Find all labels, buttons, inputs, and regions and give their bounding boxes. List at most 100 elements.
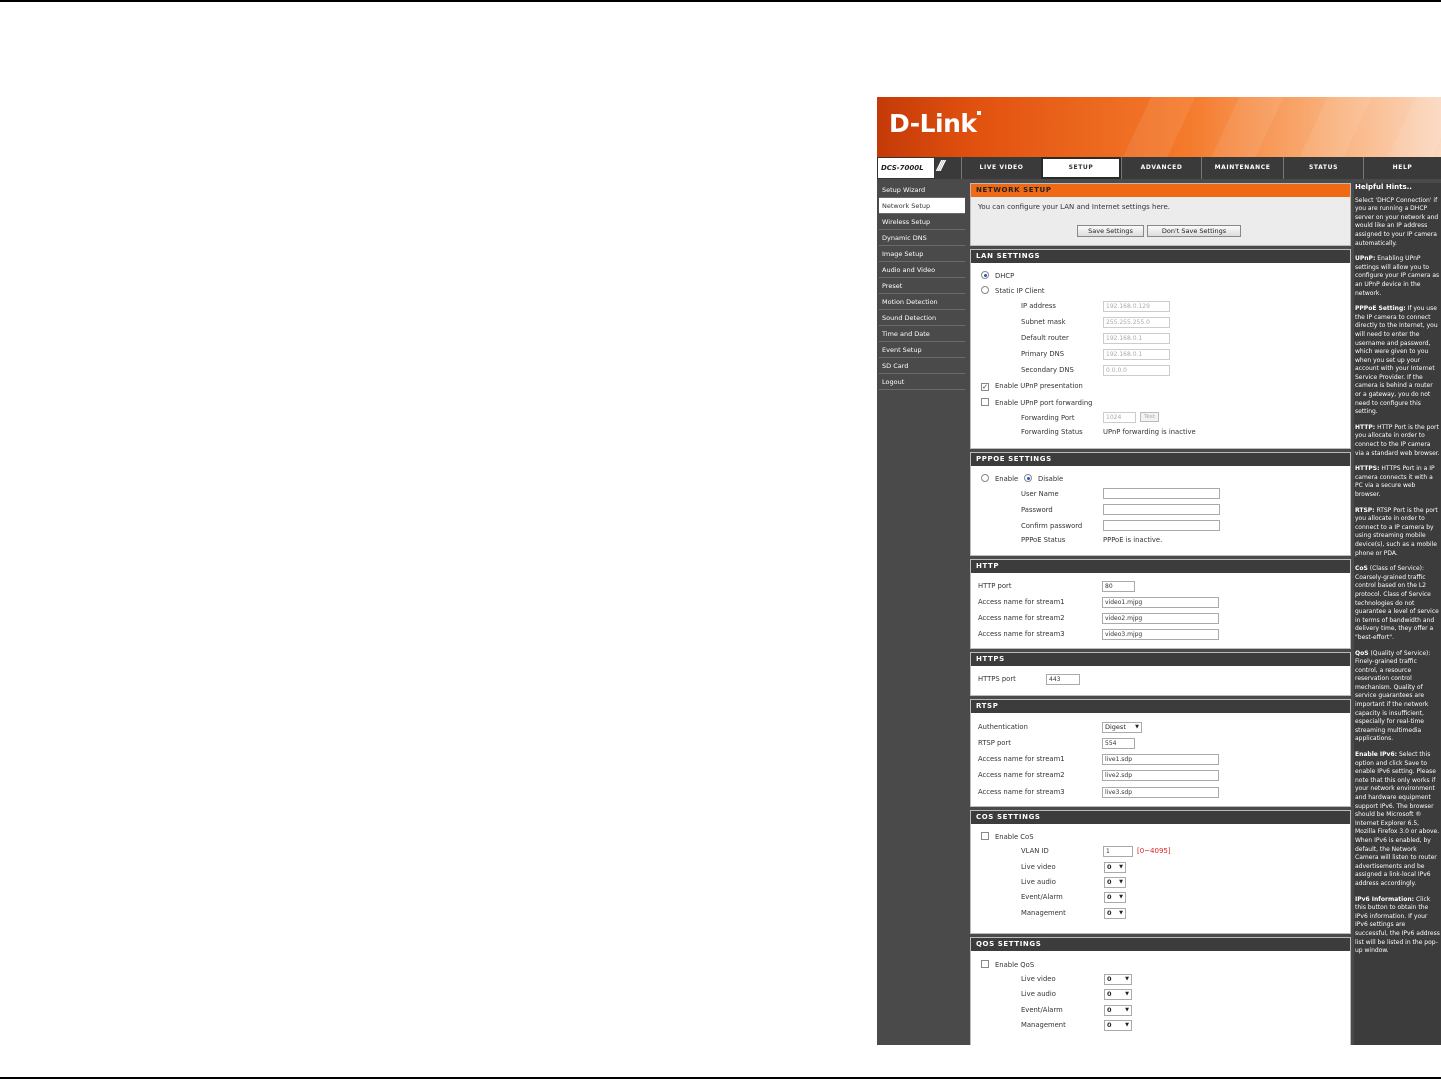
subnet-mask-field[interactable]: 255.255.255.0 [1103, 317, 1170, 328]
sidebar-item-motion-detection[interactable]: Motion Detection [879, 294, 965, 310]
tab-setup[interactable]: SETUP [1041, 157, 1121, 179]
help-para-http: HTTP: HTTP Port is the port you allocate… [1355, 423, 1440, 457]
vlan-id-field[interactable]: 1 [1103, 846, 1133, 857]
forwarding-port-field[interactable]: 1024 [1103, 412, 1136, 423]
cos-event-select[interactable]: 0 ▼ [1104, 892, 1126, 903]
pppoe-enable-radio[interactable] [981, 474, 989, 482]
cos-video-select[interactable]: 0 ▼ [1104, 862, 1126, 873]
enable-qos-checkbox[interactable] [981, 960, 989, 968]
pppoe-confirm-field[interactable] [1103, 520, 1220, 531]
help-para-pppoe: PPPoE Setting: If you use the IP camera … [1355, 305, 1438, 416]
dropdown-arrow-icon: ▼ [1135, 724, 1139, 730]
pppoe-disable-radio[interactable] [1024, 474, 1032, 482]
static-ip-option[interactable]: Static IP Client [981, 286, 1045, 295]
pppoe-confirm-label: Confirm password [1021, 522, 1083, 530]
save-settings-button[interactable]: Save Settings [1077, 225, 1144, 237]
dropdown-arrow-icon: ▼ [1119, 879, 1123, 885]
tab-advanced[interactable]: ADVANCED [1121, 157, 1201, 179]
pppoe-enable-option[interactable]: Enable [981, 474, 1018, 483]
https-title: HTTPS [971, 653, 1350, 666]
secondary-dns-field[interactable]: 0.0.0.0 [1103, 365, 1170, 376]
sidebar-item-image-setup[interactable]: Image Setup [879, 246, 965, 262]
pppoe-status-label: PPPoE Status [1021, 536, 1066, 544]
pppoe-username-field[interactable] [1103, 488, 1220, 499]
https-port-field[interactable]: 443 [1046, 674, 1080, 685]
sidebar-item-audio-video[interactable]: Audio and Video [879, 262, 965, 278]
sidebar-item-time-date[interactable]: Time and Date [879, 326, 965, 342]
cos-mgmt-label: Management [1021, 909, 1066, 917]
http-port-label: HTTP port [978, 582, 1012, 590]
pppoe-password-label: Password [1021, 506, 1053, 514]
enable-cos-checkbox[interactable] [981, 832, 989, 840]
dropdown-arrow-icon: ▼ [1125, 1022, 1129, 1028]
static-ip-radio[interactable] [981, 286, 989, 294]
qos-event-select[interactable]: 0 ▼ [1104, 1005, 1132, 1016]
sidebar-item-dynamic-dns[interactable]: Dynamic DNS [879, 230, 965, 246]
http-stream3-field[interactable]: video3.mjpg [1102, 629, 1219, 640]
tab-help[interactable]: HELP [1363, 157, 1441, 179]
dont-save-settings-button[interactable]: Don't Save Settings [1147, 225, 1241, 237]
pppoe-status-value: PPPoE is inactive. [1103, 536, 1163, 544]
sidebar-item-preset[interactable]: Preset [879, 278, 965, 294]
pppoe-password-field[interactable] [1103, 504, 1220, 515]
qos-event-label: Event/Alarm [1021, 1006, 1063, 1014]
http-stream1-field[interactable]: video1.mjpg [1102, 597, 1219, 608]
primary-dns-field[interactable]: 192.168.0.1 [1103, 349, 1170, 360]
forwarding-status-label: Forwarding Status [1021, 428, 1083, 436]
sidebar-item-network-setup[interactable]: Network Setup [879, 198, 965, 214]
sidebar-item-event-setup[interactable]: Event Setup [879, 342, 965, 358]
qos-audio-select[interactable]: 0 ▼ [1104, 989, 1132, 1000]
enable-cos-label: Enable CoS [995, 833, 1034, 841]
upnp-forwarding-label: Enable UPnP port forwarding [995, 399, 1093, 407]
enable-cos-option[interactable]: Enable CoS [981, 832, 1034, 841]
sidebar-item-sd-card[interactable]: SD Card [879, 358, 965, 374]
rtsp-stream1-field[interactable]: live1.sdp [1102, 754, 1219, 765]
upnp-forwarding-checkbox[interactable] [981, 398, 989, 406]
dhcp-radio[interactable] [981, 271, 989, 279]
qos-audio-label: Live audio [1021, 990, 1056, 998]
enable-qos-option[interactable]: Enable QoS [981, 960, 1034, 969]
qos-video-select[interactable]: 0 ▼ [1104, 974, 1132, 985]
pppoe-disable-option[interactable]: Disable [1024, 474, 1063, 483]
pppoe-enable-label: Enable [995, 475, 1019, 483]
lan-settings-title: LAN SETTINGS [971, 250, 1350, 263]
model-badge: DCS-7000L [877, 157, 935, 179]
helpful-hints-panel: Helpful Hints.. Select 'DHCP Connection'… [1354, 183, 1441, 1045]
rtsp-stream3-field[interactable]: live3.sdp [1102, 787, 1219, 798]
http-section: HTTP HTTP port 80 Access name for stream… [970, 559, 1351, 649]
cos-audio-select[interactable]: 0 ▼ [1104, 877, 1126, 888]
help-para-qos: QoS (Quality of Service): Finely-grained… [1355, 649, 1431, 743]
dropdown-arrow-icon: ▼ [1119, 894, 1123, 900]
default-router-field[interactable]: 192.168.0.1 [1103, 333, 1170, 344]
main-nav: DCS-7000L /// LIVE VIDEO SETUP ADVANCED … [877, 157, 1441, 179]
http-stream1-label: Access name for stream1 [978, 598, 1065, 606]
dropdown-arrow-icon: ▼ [1125, 991, 1129, 997]
tab-maintenance[interactable]: MAINTENANCE [1201, 157, 1283, 179]
ip-address-field[interactable]: 192.168.0.129 [1103, 301, 1170, 312]
rtsp-port-field[interactable]: 554 [1102, 738, 1135, 749]
tab-live-video[interactable]: LIVE VIDEO [961, 157, 1041, 179]
qos-mgmt-select[interactable]: 0 ▼ [1104, 1020, 1132, 1031]
secondary-dns-label: Secondary DNS [1021, 366, 1074, 374]
tab-status[interactable]: STATUS [1283, 157, 1363, 179]
sidebar-item-setup-wizard[interactable]: Setup Wizard [879, 182, 965, 198]
sidebar-item-wireless-setup[interactable]: Wireless Setup [879, 214, 965, 230]
dhcp-option[interactable]: DHCP [981, 271, 1014, 280]
upnp-presentation-checkbox[interactable]: ✓ [981, 383, 989, 391]
forwarding-port-label: Forwarding Port [1021, 414, 1075, 422]
http-port-field[interactable]: 80 [1102, 581, 1135, 592]
sidebar-item-logout[interactable]: Logout [879, 374, 965, 390]
https-section: HTTPS HTTPS port 443 [970, 652, 1351, 696]
pppoe-disable-label: Disable [1038, 475, 1064, 483]
cos-mgmt-select[interactable]: 0 ▼ [1104, 908, 1126, 919]
upnp-presentation-option[interactable]: ✓ Enable UPnP presentation [981, 382, 1083, 391]
test-port-button[interactable]: Test [1140, 412, 1159, 422]
vlan-range-hint: [0~4095] [1137, 847, 1171, 855]
cos-settings-title: COS SETTINGS [971, 811, 1350, 824]
rtsp-stream2-field[interactable]: live2.sdp [1102, 770, 1219, 781]
http-stream2-field[interactable]: video2.mjpg [1102, 613, 1219, 624]
rtsp-stream1-label: Access name for stream1 [978, 755, 1065, 763]
upnp-forwarding-option[interactable]: Enable UPnP port forwarding [981, 398, 1093, 407]
rtsp-auth-select[interactable]: Digest ▼ [1102, 722, 1142, 733]
sidebar-item-sound-detection[interactable]: Sound Detection [879, 310, 965, 326]
